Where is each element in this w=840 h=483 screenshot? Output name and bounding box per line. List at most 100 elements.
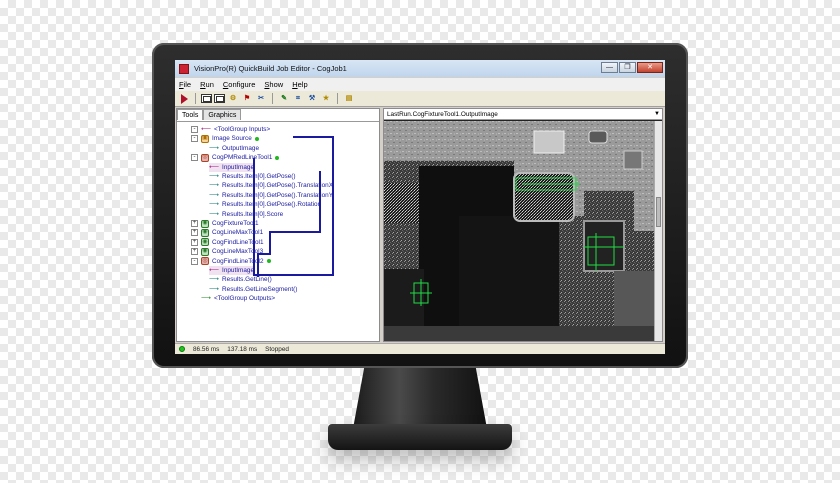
tool-g-button[interactable]: ★ xyxy=(320,93,332,104)
image-view-button[interactable] xyxy=(201,94,212,103)
expand-icon[interactable]: + xyxy=(191,229,198,237)
minimize-button[interactable]: — xyxy=(601,62,618,73)
data-link-connector xyxy=(332,136,334,276)
expand-icon[interactable]: + xyxy=(191,238,198,246)
tool-d-button[interactable]: ✎ xyxy=(278,93,290,104)
menu-help[interactable]: Help xyxy=(292,80,307,89)
expand-icon[interactable]: + xyxy=(191,248,198,256)
status-ok-icon xyxy=(275,155,280,160)
tree-item[interactable]: ⟶ Results.Item[0].GetPose().TranslationX xyxy=(209,181,333,190)
tree-item-label: Results.Item[0].GetPose().TranslationX xyxy=(222,182,333,190)
status-time-total: 137.18 ms xyxy=(227,345,258,353)
image-source-selector[interactable]: LastRun.CogFixtureTool1.OutputImage ▼ xyxy=(384,109,662,120)
data-link-connector xyxy=(293,136,334,138)
output-arrow-icon: ⟶ xyxy=(209,191,220,199)
toolbar-separator xyxy=(337,93,338,104)
tree-item-label: Results.Item[0].GetPose().Rotation xyxy=(222,201,322,209)
status-state: Stopped xyxy=(265,345,289,353)
menu-file[interactable]: File xyxy=(179,80,191,89)
tree-item-label: InputImage xyxy=(222,267,255,274)
tool-a-button[interactable]: ⚙ xyxy=(227,93,239,104)
tool-h-button[interactable]: ▤ xyxy=(343,93,355,104)
tree-item[interactable]: ⟶ OutputImage xyxy=(209,144,259,153)
menu-configure[interactable]: Configure xyxy=(223,80,256,89)
image-source-label: LastRun.CogFixtureTool1.OutputImage xyxy=(387,111,498,118)
run-button[interactable] xyxy=(178,93,190,104)
menu-show[interactable]: Show xyxy=(264,80,283,89)
tree-item[interactable]: ⟶ <ToolGroup Outputs> xyxy=(201,294,275,303)
tool-tree: - ⟵ <ToolGroup Inputs> - ▣ Image Source ⟶ Outpu… xyxy=(177,121,379,341)
output-arrow-icon: ⟶ xyxy=(209,182,220,190)
input-arrow-icon: ⟵ xyxy=(209,267,220,274)
tree-item[interactable]: ⟵ InputImage xyxy=(209,266,255,275)
monitor-stand-neck xyxy=(352,360,488,434)
tree-item-label: OutputImage xyxy=(222,144,259,152)
toolbar-separator xyxy=(272,93,273,104)
expand-icon[interactable]: + xyxy=(191,220,198,227)
menu-bar: File Run Configure Show Help xyxy=(175,78,665,91)
tree-item[interactable]: + ◉ CogFixtureTool1 xyxy=(191,219,259,228)
image-scrollbar[interactable] xyxy=(654,121,662,341)
tree-item[interactable]: - ◎ CogPMRedLineTool1 xyxy=(191,153,280,162)
camera-image xyxy=(384,121,654,341)
tree-item[interactable]: ⟵ InputImage xyxy=(209,162,255,172)
tree-item-label: CogFindLineTool1 xyxy=(212,238,264,246)
output-arrow-icon: ⟶ xyxy=(209,276,220,284)
monitor-screen: VisionPro(R) QuickBuild Job Editor - Cog… xyxy=(175,60,665,354)
tree-item[interactable]: ⟶ Results.GetLine() xyxy=(209,275,272,284)
status-ok-icon xyxy=(254,136,259,141)
pmalign-tool-icon: ◎ xyxy=(201,153,209,162)
status-ok-icon xyxy=(266,259,271,264)
tree-item-label: InputImage xyxy=(222,163,255,171)
tree-item-label: Results.Item[0].GetPose() xyxy=(222,173,296,180)
tab-graphics[interactable]: Graphics xyxy=(203,109,242,120)
vision-tool-icon: ◉ xyxy=(201,238,209,247)
tab-tools[interactable]: Tools xyxy=(177,109,204,120)
tool-e-button[interactable]: ⌗ xyxy=(292,93,304,104)
output-arrow-icon: ⟶ xyxy=(209,173,220,180)
output-arrow-icon: ⟶ xyxy=(209,144,220,152)
toolbar: ⚙ ⚑ ✂ ✎ ⌗ ⚒ ★ ▤ xyxy=(175,91,665,107)
tree-item[interactable]: - ▣ Image Source xyxy=(191,134,259,143)
vision-tool-icon: ◉ xyxy=(201,247,209,256)
tree-item-label: CogFindLineTool2 xyxy=(212,257,264,265)
image-panel: LastRun.CogFixtureTool1.OutputImage ▼ xyxy=(383,108,663,342)
data-link-connector xyxy=(257,253,271,255)
collapse-icon[interactable]: - xyxy=(191,126,198,133)
input-arrow-icon: ⟵ xyxy=(201,126,212,133)
tree-item[interactable]: ⟶ Results.Item[0].GetPose().TranslationY xyxy=(209,191,333,200)
data-link-connector xyxy=(269,231,321,233)
image-display[interactable] xyxy=(384,121,654,341)
data-link-connector xyxy=(269,231,271,253)
menu-run[interactable]: Run xyxy=(200,80,214,89)
tree-item[interactable]: ⟶ Results.Item[0].GetPose().Rotation xyxy=(209,200,321,209)
tool-f-button[interactable]: ⚒ xyxy=(306,93,318,104)
collapse-icon[interactable]: - xyxy=(191,135,198,143)
tree-item[interactable]: ⟶ Results.GetLineSegment() xyxy=(209,285,297,294)
data-link-connector xyxy=(253,274,334,276)
image-source-icon: ▣ xyxy=(201,134,209,143)
dropdown-arrow-icon[interactable]: ▼ xyxy=(654,109,660,120)
output-arrow-icon: ⟶ xyxy=(209,201,220,209)
pmalign-tool-icon: ◎ xyxy=(201,257,209,266)
close-button[interactable]: ✕ xyxy=(637,62,663,73)
tool-c-button[interactable]: ✂ xyxy=(255,93,267,104)
data-link-connector xyxy=(253,158,255,276)
collapse-icon[interactable]: - xyxy=(191,257,198,265)
toolbar-separator xyxy=(195,93,196,104)
tree-item[interactable]: - ⟵ <ToolGroup Inputs> xyxy=(191,125,270,134)
tool-b-button[interactable]: ⚑ xyxy=(241,93,253,104)
window-titlebar[interactable]: VisionPro(R) QuickBuild Job Editor - Cog… xyxy=(175,60,665,77)
tree-item[interactable]: ⟶Results.Item[0].Score xyxy=(209,210,283,219)
input-arrow-icon: ⟵ xyxy=(209,163,220,171)
tree-item-label: Results.GetLine() xyxy=(222,276,272,284)
vision-tool-icon: ◉ xyxy=(201,219,209,228)
app-logo-icon xyxy=(179,63,189,74)
image-view2-button[interactable] xyxy=(214,94,225,103)
window-controls: — ❐ ✕ xyxy=(601,62,663,73)
output-arrow-icon: ⟶ xyxy=(209,285,220,293)
restore-button[interactable]: ❐ xyxy=(619,62,636,73)
window-title: VisionPro(R) QuickBuild Job Editor - Cog… xyxy=(194,64,347,73)
scrollbar-thumb[interactable] xyxy=(656,197,661,227)
collapse-icon[interactable]: - xyxy=(191,154,198,162)
